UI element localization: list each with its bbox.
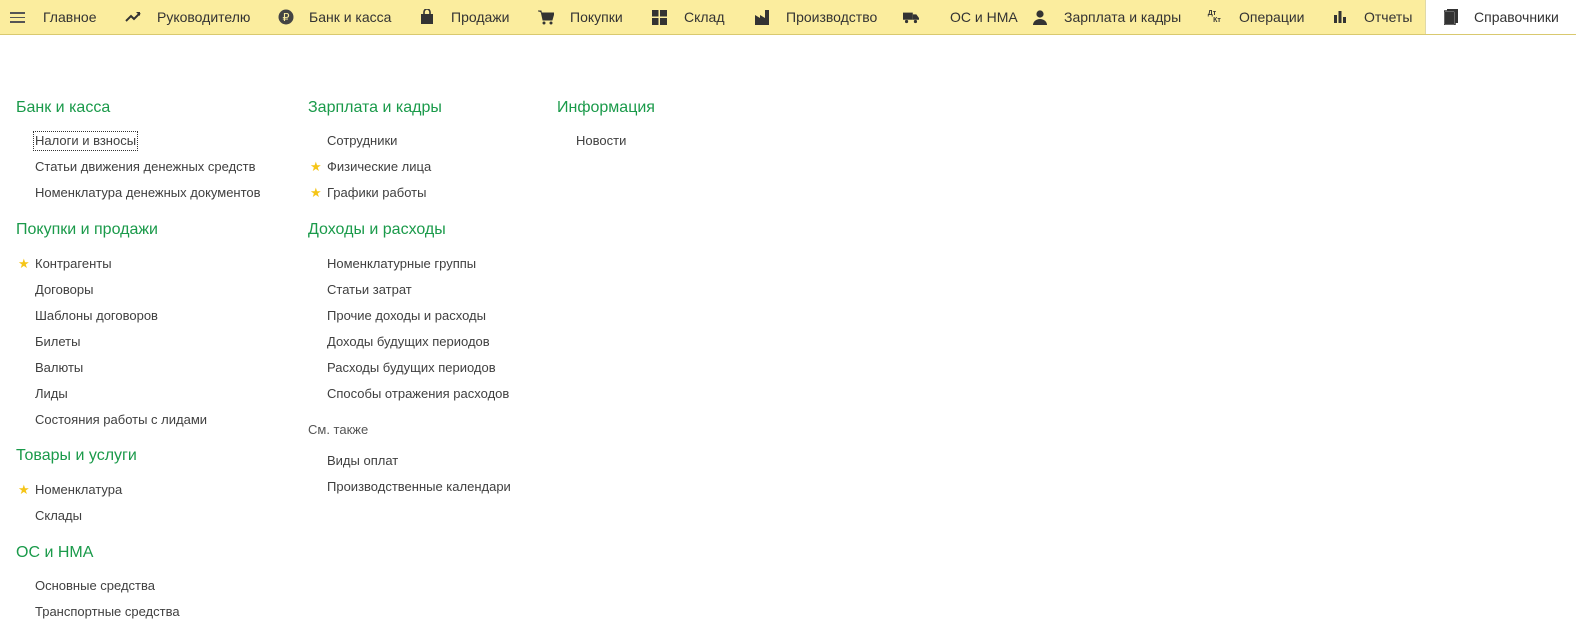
link-fixed-assets[interactable]: Основные средства xyxy=(35,578,155,594)
link-production-calendars[interactable]: Производственные календари xyxy=(327,479,511,495)
nav-item-reports[interactable]: Отчеты xyxy=(1316,0,1426,34)
section-title: ОС и НМА xyxy=(16,544,94,561)
section-title: Доходы и расходы xyxy=(308,221,446,238)
link-taxes[interactable]: Налоги и взносы xyxy=(32,131,139,151)
person-icon xyxy=(1032,9,1048,25)
nav-item-purchases[interactable]: Покупки xyxy=(520,0,634,34)
nav-item-main[interactable]: Главное xyxy=(0,0,108,34)
link-lead-states[interactable]: Состояния работы с лидами xyxy=(35,412,207,428)
link-expense-reflection-methods[interactable]: Способы отражения расходов xyxy=(327,386,509,402)
nav-item-fixed-assets[interactable]: ОС и НМА xyxy=(888,0,1018,34)
svg-text:₽: ₽ xyxy=(283,11,290,24)
link-deferred-expenses[interactable]: Расходы будущих периодов xyxy=(327,360,496,376)
nav-item-bank[interactable]: ₽ Банк и касса xyxy=(260,0,402,34)
nav-item-label: Главное xyxy=(43,9,97,25)
nav-item-label: Отчеты xyxy=(1364,9,1413,25)
section-title: Товары и услуги xyxy=(16,447,137,464)
books-icon xyxy=(1443,9,1459,25)
link-payment-types[interactable]: Виды оплат xyxy=(327,453,398,469)
link-cash-documents[interactable]: Номенклатура денежных документов xyxy=(35,185,261,201)
favorite-star-icon[interactable]: ★ xyxy=(18,483,30,496)
section-title: Покупки и продажи xyxy=(16,221,158,238)
cart-icon xyxy=(538,9,554,25)
section-title: Информация xyxy=(557,99,655,116)
nav-item-label: Зарплата и кадры xyxy=(1064,9,1182,25)
dt-kt-icon: Дт Кт xyxy=(1206,9,1222,25)
nav-item-label: Покупки xyxy=(570,9,623,25)
link-deferred-income[interactable]: Доходы будущих периодов xyxy=(327,334,490,350)
trend-up-icon xyxy=(125,9,141,25)
factory-icon xyxy=(754,9,770,25)
link-vehicles[interactable]: Транспортные средства xyxy=(35,604,180,620)
favorite-star-icon[interactable]: ★ xyxy=(310,160,322,173)
link-contracts[interactable]: Договоры xyxy=(35,282,93,298)
truck-icon xyxy=(903,9,919,25)
link-news[interactable]: Новости xyxy=(576,133,626,149)
nav-item-salary[interactable]: Зарплата и кадры xyxy=(1014,0,1190,34)
bar-chart-icon xyxy=(1332,9,1348,25)
nav-item-sales[interactable]: Продажи xyxy=(402,0,520,34)
nav-item-production[interactable]: Производство xyxy=(736,0,888,34)
shopping-bag-icon xyxy=(419,9,435,25)
nav-item-label: ОС и НМА xyxy=(950,9,1018,25)
nav-item-label: Руководителю xyxy=(157,9,251,25)
favorite-star-icon[interactable]: ★ xyxy=(18,257,30,270)
nav-item-warehouse[interactable]: Склад xyxy=(634,0,736,34)
section-title: Зарплата и кадры xyxy=(308,99,442,116)
favorite-star-icon[interactable]: ★ xyxy=(310,186,322,199)
link-other-income-expenses[interactable]: Прочие доходы и расходы xyxy=(327,308,486,324)
section-title: Банк и касса xyxy=(16,99,111,116)
link-individuals[interactable]: Физические лица xyxy=(327,159,431,175)
link-tickets[interactable]: Билеты xyxy=(35,334,80,350)
nav-item-label: Производство xyxy=(786,9,878,25)
link-nomenclature[interactable]: Номенклатура xyxy=(35,482,122,498)
nav-item-operations[interactable]: Дт Кт Операции xyxy=(1190,0,1316,34)
nav-item-label: Справочники xyxy=(1474,9,1559,25)
nav-item-manager[interactable]: Руководителю xyxy=(108,0,260,34)
link-cash-flow-items[interactable]: Статьи движения денежных средств xyxy=(35,159,256,175)
link-counterparties[interactable]: Контрагенты xyxy=(35,256,112,272)
link-contract-templates[interactable]: Шаблоны договоров xyxy=(35,308,158,324)
nav-item-label: Продажи xyxy=(451,9,510,25)
link-currencies[interactable]: Валюты xyxy=(35,360,83,376)
link-work-schedules[interactable]: Графики работы xyxy=(327,185,426,201)
ruble-coin-icon: ₽ xyxy=(278,9,294,25)
see-also-heading: См. также xyxy=(308,422,369,437)
link-cost-items[interactable]: Статьи затрат xyxy=(327,282,412,298)
link-employees[interactable]: Сотрудники xyxy=(327,133,397,149)
link-nomenclature-groups[interactable]: Номенклатурные группы xyxy=(327,256,476,272)
nav-item-label: Склад xyxy=(684,9,725,25)
warehouse-grid-icon xyxy=(651,9,667,25)
link-leads[interactable]: Лиды xyxy=(35,386,68,402)
menu-icon xyxy=(10,10,25,24)
link-warehouses[interactable]: Склады xyxy=(35,508,82,524)
nav-item-directories[interactable]: Справочники xyxy=(1425,0,1576,34)
dt-label: Дт xyxy=(1207,10,1217,17)
nav-item-label: Банк и касса xyxy=(309,9,392,25)
kt-label: Кт xyxy=(1213,17,1221,24)
nav-item-label: Операции xyxy=(1239,9,1305,25)
top-navigation-bar: Главное Руководителю ₽ Банк и касса Прод… xyxy=(0,0,1576,35)
